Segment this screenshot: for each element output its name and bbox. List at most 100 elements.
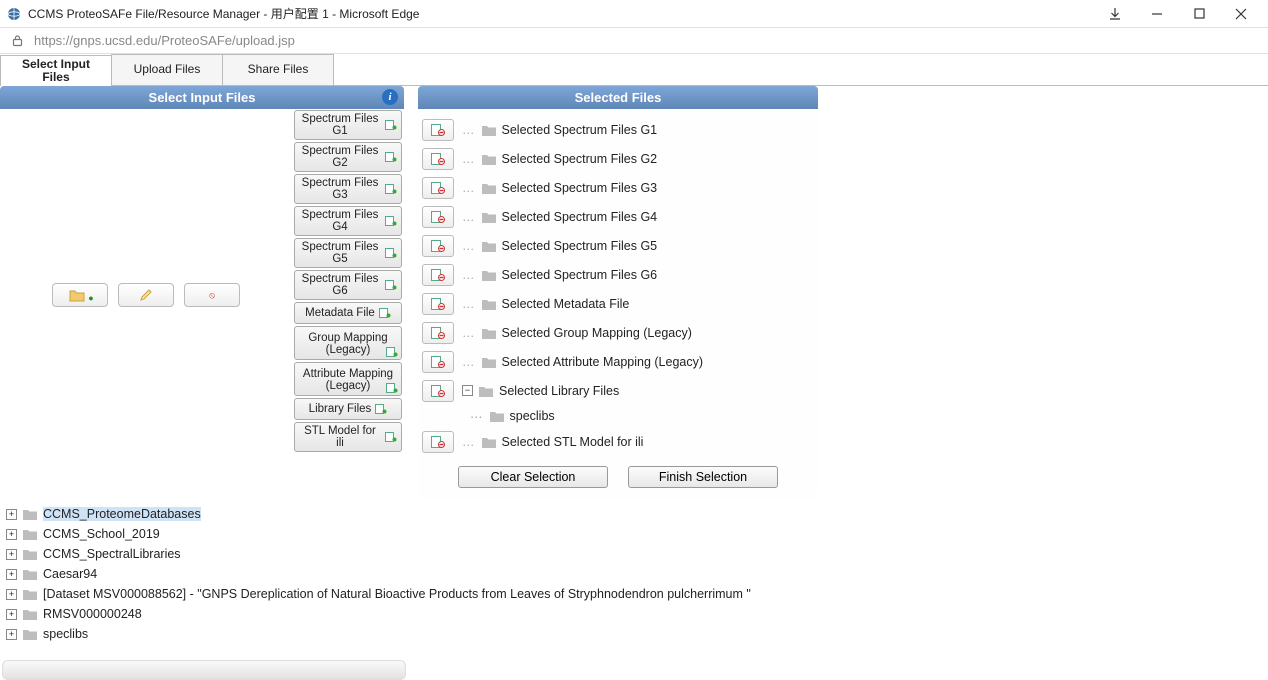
remove-selection-button[interactable] [422, 322, 454, 344]
selected-row: …Selected Spectrum Files G4 [422, 202, 814, 231]
category-label: Spectrum Files G3 [299, 177, 381, 201]
selected-label: Selected Metadata File [502, 297, 630, 311]
download-indicator-icon[interactable] [1094, 0, 1136, 28]
selected-label: Selected Spectrum Files G1 [502, 123, 658, 137]
tree-item[interactable]: + CCMS_ProteomeDatabases [6, 504, 1262, 524]
tree-item[interactable]: +speclibs [6, 624, 1262, 644]
page-tabs: Select InputFilesUpload FilesShare Files [0, 54, 1268, 86]
category-spectrum-files-g4[interactable]: Spectrum Files G4 [294, 206, 402, 236]
folder-icon [479, 385, 493, 397]
selected-row: …Selected Attribute Mapping (Legacy) [422, 347, 814, 376]
tab-upload-files[interactable]: Upload Files [111, 54, 223, 85]
folder-icon [23, 548, 37, 560]
remove-selection-button[interactable] [422, 148, 454, 170]
remove-selection-button[interactable] [422, 235, 454, 257]
tree-item-label: RMSV000000248 [43, 607, 142, 621]
assign-icon [385, 184, 397, 194]
collapse-icon[interactable]: − [462, 385, 473, 396]
category-spectrum-files-g5[interactable]: Spectrum Files G5 [294, 238, 402, 268]
category-label: Attribute Mapping (Legacy) [297, 368, 399, 392]
category-label: STL Model for ili [299, 425, 381, 449]
tree-item-label: Caesar94 [43, 567, 97, 581]
category-stl-model-for-ili[interactable]: STL Model for ili [294, 422, 402, 452]
expand-icon[interactable]: + [6, 609, 17, 620]
remove-selection-button[interactable] [422, 293, 454, 315]
assign-icon [386, 383, 398, 393]
assign-icon [385, 120, 397, 130]
url-text[interactable]: https://gnps.ucsd.edu/ProteoSAFe/upload.… [34, 33, 295, 48]
category-attribute-mapping-legacy-[interactable]: Attribute Mapping (Legacy) [294, 362, 402, 396]
selected-label: Selected STL Model for ili [502, 435, 644, 449]
folder-icon [482, 298, 496, 310]
category-library-files[interactable]: Library Files [294, 398, 402, 420]
assign-icon [385, 152, 397, 162]
expand-icon[interactable]: + [6, 529, 17, 540]
remove-button[interactable]: ⦸ [184, 283, 240, 307]
assign-icon [385, 432, 397, 442]
category-group-mapping-legacy-[interactable]: Group Mapping (Legacy) [294, 326, 402, 360]
expand-icon[interactable]: + [6, 549, 17, 560]
tree-item-label: CCMS_ProteomeDatabases [43, 507, 201, 521]
category-spectrum-files-g1[interactable]: Spectrum Files G1 [294, 110, 402, 140]
site-identity-icon[interactable] [10, 34, 24, 48]
expand-icon[interactable]: + [6, 569, 17, 580]
selected-row: …Selected STL Model for ili [422, 427, 814, 456]
remove-selection-button[interactable] [422, 431, 454, 453]
folder-icon [482, 153, 496, 165]
tree-dots: … [462, 239, 476, 253]
category-spectrum-files-g2[interactable]: Spectrum Files G2 [294, 142, 402, 172]
folder-icon [23, 528, 37, 540]
finish-selection-button[interactable]: Finish Selection [628, 466, 778, 488]
selected-label: Selected Spectrum Files G6 [502, 268, 658, 282]
selected-row: …Selected Spectrum Files G5 [422, 231, 814, 260]
category-spectrum-files-g3[interactable]: Spectrum Files G3 [294, 174, 402, 204]
selected-label: Selected Attribute Mapping (Legacy) [502, 355, 704, 369]
edit-button[interactable] [118, 283, 174, 307]
tree-item[interactable]: +[Dataset MSV000088562] - "GNPS Dereplic… [6, 584, 1262, 604]
info-icon[interactable]: i [382, 89, 398, 105]
selected-row: …Selected Spectrum Files G1 [422, 115, 814, 144]
tab-select-input-files[interactable]: Select InputFiles [0, 55, 112, 86]
maximize-button[interactable] [1178, 0, 1220, 28]
remove-selection-button[interactable] [422, 206, 454, 228]
remove-selection-button[interactable] [422, 177, 454, 199]
app-icon [6, 6, 22, 22]
expand-icon[interactable]: + [6, 629, 17, 640]
tree-item[interactable]: + CCMS_SpectralLibraries [6, 544, 1262, 564]
tree-item[interactable]: + CCMS_School_2019 [6, 524, 1262, 544]
panel-header-right: Selected Files [418, 86, 818, 109]
add-folder-button[interactable]: ● [52, 283, 108, 307]
category-spectrum-files-g6[interactable]: Spectrum Files G6 [294, 270, 402, 300]
selected-label: Selected Spectrum Files G4 [502, 210, 658, 224]
tree-item-label: CCMS_School_2019 [43, 527, 160, 541]
category-label: Group Mapping (Legacy) [297, 332, 399, 356]
folder-icon [23, 568, 37, 580]
expand-icon[interactable]: + [6, 509, 17, 520]
tab-share-files[interactable]: Share Files [222, 54, 334, 85]
clear-selection-button[interactable]: Clear Selection [458, 466, 608, 488]
close-button[interactable] [1220, 0, 1262, 28]
remove-selection-button[interactable] [422, 351, 454, 373]
folder-icon [482, 356, 496, 368]
select-input-files-panel: Select Input Files i ● ⦸ Spectrum Files … [0, 86, 404, 500]
remove-selection-button[interactable] [422, 264, 454, 286]
tree-dots: … [462, 181, 476, 195]
category-label: Spectrum Files G2 [299, 145, 381, 169]
assign-icon [385, 248, 397, 258]
child-label: speclibs [510, 409, 555, 423]
remove-selection-button[interactable] [422, 119, 454, 141]
expand-icon[interactable]: + [6, 589, 17, 600]
folder-icon [482, 182, 496, 194]
folder-icon [23, 608, 37, 620]
selected-label: Selected Spectrum Files G3 [502, 181, 658, 195]
assign-icon [385, 280, 397, 290]
tree-dots: … [462, 297, 476, 311]
tree-item-label: CCMS_SpectralLibraries [43, 547, 181, 561]
category-metadata-file[interactable]: Metadata File [294, 302, 402, 324]
tree-item[interactable]: + RMSV000000248 [6, 604, 1262, 624]
selected-child[interactable]: ⋯speclibs [470, 405, 814, 427]
remove-selection-button[interactable] [422, 380, 454, 402]
minimize-button[interactable] [1136, 0, 1178, 28]
tree-item[interactable]: + Caesar94 [6, 564, 1262, 584]
folder-icon [23, 508, 37, 520]
